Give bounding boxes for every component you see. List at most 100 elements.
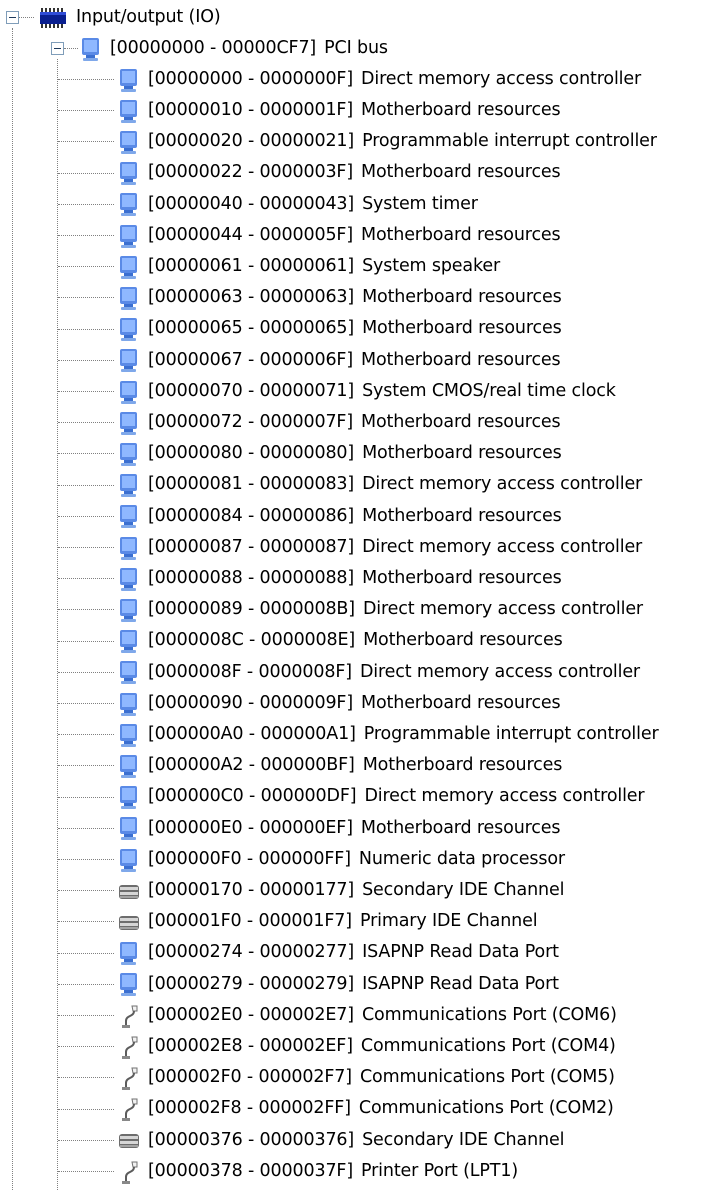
resource-range: [000002E0 - 000002E7] (148, 1004, 354, 1025)
resource-row[interactable]: [00000072 - 0000007F] Motherboard resourc… (118, 407, 561, 438)
tree-connector (58, 952, 114, 954)
tree-connector (58, 765, 114, 767)
resource-row[interactable]: [00000010 - 0000001F] Motherboard resourc… (118, 95, 561, 126)
resource-row[interactable]: [00000084 - 00000086] Motherboard resourc… (118, 501, 562, 532)
tree-connector (58, 890, 114, 892)
resource-name: Direct memory access controller (359, 661, 640, 682)
resource-row[interactable]: [0000008C - 0000008E] Motherboard resourc… (118, 626, 563, 657)
root-collapse-toggle[interactable] (6, 11, 19, 24)
resource-row[interactable]: [000001F0 - 000001F7] Primary IDE Channel (118, 906, 538, 937)
tree-connector (58, 453, 114, 455)
resource-name: Motherboard resources (361, 692, 561, 713)
resource-row[interactable]: [00000067 - 0000006F] Motherboard resourc… (118, 345, 561, 376)
resource-range: [00000020 - 00000021] (148, 131, 355, 152)
tree-connector (58, 921, 114, 923)
resource-name: Programmable interrupt controller (362, 131, 657, 152)
resource-range: [000002F0 - 000002F7] (148, 1067, 352, 1088)
pc-monitor-icon (118, 472, 148, 498)
tree-node-io-root[interactable]: Input/output (IO) (38, 2, 221, 33)
resource-row[interactable]: [00000065 - 00000065] Motherboard resourc… (118, 314, 562, 345)
resource-row[interactable]: [00000061 - 00000061] System speaker (118, 251, 500, 282)
pc-monitor-icon (80, 36, 102, 62)
resource-name: Motherboard resources (360, 817, 561, 838)
tree-connector (58, 359, 114, 361)
tree-connector (58, 266, 114, 268)
pci-connector (64, 48, 78, 49)
resource-row[interactable]: [00000081 - 00000083] Direct memory acces… (118, 470, 642, 501)
resource-range: [00000378 - 0000037F] (148, 1160, 354, 1181)
pc-monitor-icon (118, 410, 148, 436)
pci-collapse-toggle[interactable] (51, 42, 64, 55)
tree-connector (58, 1046, 114, 1048)
resource-row[interactable]: [00000040 - 00000043] System timer (118, 189, 478, 220)
resource-name: Motherboard resources (362, 318, 562, 339)
resource-row[interactable]: [00000070 - 00000071] System CMOS/real ti… (118, 376, 616, 407)
resource-name: Numeric data processor (358, 848, 565, 869)
resource-name: Motherboard resources (362, 567, 562, 588)
resource-row[interactable]: [00000378 - 0000037F] Printer Port (LPT1) (118, 1156, 518, 1187)
resource-range: [00000279 - 00000279] (148, 973, 355, 994)
resource-row[interactable]: [00000080 - 00000080] Motherboard resourc… (118, 438, 562, 469)
resource-range: [00000084 - 00000086] (148, 505, 355, 526)
resource-row[interactable]: [0000008F - 0000008F] Direct memory acces… (118, 657, 640, 688)
resource-row[interactable]: [00000089 - 0000008B] Direct memory acces… (118, 594, 643, 625)
resource-row[interactable]: [000000E0 - 000000EF] Motherboard resourc… (118, 813, 561, 844)
resource-row[interactable]: [00000044 - 0000005F] Motherboard resourc… (118, 220, 561, 251)
resource-row[interactable]: [000000C0 - 000000DF] Direct memory acces… (118, 782, 645, 813)
resource-row[interactable]: [00000000 - 0000000F] Direct memory acces… (118, 64, 641, 95)
resource-row[interactable]: [00000022 - 0000003F] Motherboard resourc… (118, 158, 561, 189)
pc-monitor-icon (118, 971, 148, 997)
ide-drive-icon (118, 1127, 148, 1153)
tree-node-pci-bus[interactable]: [00000000 - 00000CF7] PCI bus (80, 33, 388, 64)
resource-name: Direct memory access controller (362, 599, 643, 620)
resource-row[interactable]: [000000A2 - 000000BF] Motherboard resourc… (118, 750, 562, 781)
resource-name: System speaker (362, 255, 501, 276)
resource-row[interactable]: [00000274 - 00000277] ISAPNP Read Data Po… (118, 938, 559, 969)
resource-row[interactable]: [000000F0 - 000000FF] Numeric data proces… (118, 844, 565, 875)
resource-range: [00000010 - 0000001F] (148, 99, 354, 120)
resource-name: Motherboard resources (361, 411, 561, 432)
resource-row[interactable]: [000002E0 - 000002E7] Communications Port… (118, 1000, 617, 1031)
tree-connector (58, 297, 114, 299)
resource-row[interactable]: [00000376 - 00000376] Secondary IDE Chann… (118, 1125, 564, 1156)
resource-range: [0000008C - 0000008E] (148, 630, 356, 651)
resource-row[interactable]: [00000279 - 00000279] ISAPNP Read Data Po… (118, 969, 559, 1000)
resource-row[interactable]: [00000088 - 00000088] Motherboard resourc… (118, 563, 562, 594)
resource-row[interactable]: [00000090 - 0000009F] Motherboard resourc… (118, 688, 561, 719)
tree-connector (58, 141, 114, 143)
resource-row[interactable]: [00000020 - 00000021] Programmable interr… (118, 126, 657, 157)
resource-row[interactable]: [000002F0 - 000002F7] Communications Port… (118, 1062, 615, 1093)
resource-name: Motherboard resources (361, 349, 561, 370)
pc-monitor-icon (118, 98, 148, 124)
resource-range: [000001F0 - 000001F7] (148, 911, 352, 932)
tree-connector (58, 391, 114, 392)
root-connector (18, 17, 34, 18)
resource-row[interactable]: [000002E8 - 000002EF] Communications Port… (118, 1031, 616, 1062)
resource-row[interactable]: [00000087 - 00000087] Direct memory acces… (118, 532, 642, 563)
ide-drive-icon (118, 878, 148, 904)
resource-row[interactable]: [00000063 - 00000063] Motherboard resourc… (118, 282, 562, 313)
ide-drive-icon (118, 909, 148, 935)
tree-connector (58, 172, 114, 174)
resource-range: [00000040 - 00000043] (148, 193, 355, 214)
resource-row[interactable]: [000000A0 - 000000A1] Programmable interr… (118, 719, 659, 750)
pci-bus-range: [00000000 - 00000CF7] (110, 37, 317, 58)
tree-connector (58, 110, 114, 112)
pc-monitor-icon (118, 566, 148, 592)
resource-name: Direct memory access controller (362, 474, 643, 495)
pci-bus-name: PCI bus (324, 37, 388, 58)
resource-name: Motherboard resources (361, 224, 561, 245)
resource-row[interactable]: [00000170 - 00000177] Secondary IDE Chann… (118, 875, 564, 906)
resource-name: Programmable interrupt controller (363, 723, 659, 744)
port-plug-icon (118, 1065, 148, 1091)
resource-range: [00000061 - 00000061] (148, 255, 355, 276)
tree-connector (58, 235, 114, 236)
resource-name: Communications Port (COM5) (359, 1067, 615, 1088)
resource-range: [00000000 - 0000000F] (148, 68, 354, 89)
resource-range: [000000E0 - 000000EF] (148, 817, 353, 838)
resource-name: Direct memory access controller (361, 68, 642, 89)
resource-name: System CMOS/real time clock (362, 380, 616, 401)
resource-row[interactable]: [000002F8 - 000002FF] Communications Port… (118, 1094, 614, 1125)
port-plug-icon (118, 1034, 148, 1060)
resource-range: [00000088 - 00000088] (148, 567, 355, 588)
